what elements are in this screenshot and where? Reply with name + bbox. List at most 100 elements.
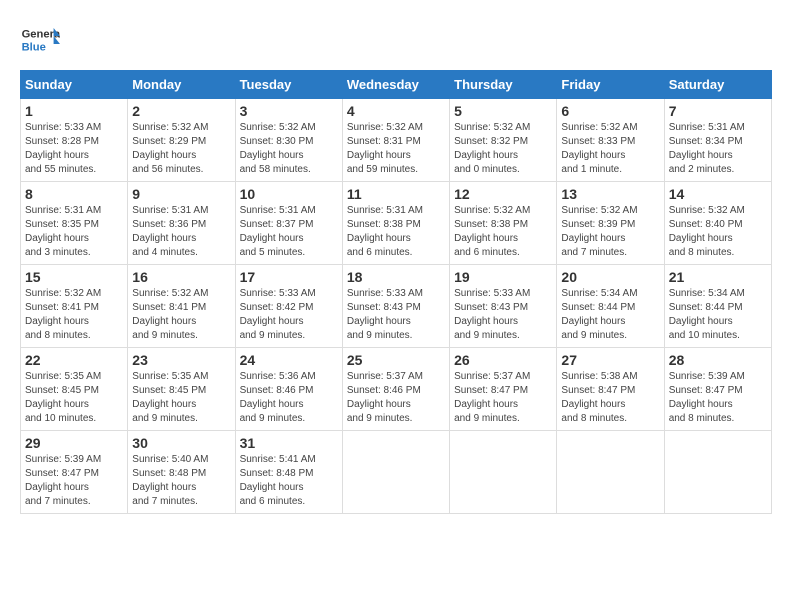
day-number: 19 (454, 269, 552, 285)
day-cell: 16 Sunrise: 5:32 AM Sunset: 8:41 PM Dayl… (128, 265, 235, 348)
day-info: Sunrise: 5:31 AM Sunset: 8:36 PM Dayligh… (132, 204, 230, 260)
day-number: 16 (132, 269, 230, 285)
sunrise-label: Sunrise: 5:31 AM (240, 205, 316, 216)
daylight-minutes: and 9 minutes. (454, 330, 520, 341)
daylight-label: Daylight hours (454, 233, 518, 244)
day-number: 13 (561, 186, 659, 202)
daylight-minutes: and 56 minutes. (132, 164, 203, 175)
day-cell: 23 Sunrise: 5:35 AM Sunset: 8:45 PM Dayl… (128, 348, 235, 431)
daylight-minutes: and 10 minutes. (25, 413, 96, 424)
day-number: 6 (561, 103, 659, 119)
daylight-minutes: and 9 minutes. (240, 330, 306, 341)
col-header-sunday: Sunday (21, 71, 128, 99)
daylight-minutes: and 6 minutes. (347, 247, 413, 258)
sunset-label: Sunset: 8:31 PM (347, 136, 421, 147)
day-cell: 7 Sunrise: 5:31 AM Sunset: 8:34 PM Dayli… (664, 99, 771, 182)
col-header-friday: Friday (557, 71, 664, 99)
daylight-label: Daylight hours (454, 150, 518, 161)
day-cell: 25 Sunrise: 5:37 AM Sunset: 8:46 PM Dayl… (342, 348, 449, 431)
empty-cell (664, 431, 771, 514)
day-cell: 19 Sunrise: 5:33 AM Sunset: 8:43 PM Dayl… (450, 265, 557, 348)
day-number: 29 (25, 435, 123, 451)
week-row: 22 Sunrise: 5:35 AM Sunset: 8:45 PM Dayl… (21, 348, 772, 431)
daylight-minutes: and 7 minutes. (132, 496, 198, 507)
sunset-label: Sunset: 8:39 PM (561, 219, 635, 230)
daylight-label: Daylight hours (561, 316, 625, 327)
sunset-label: Sunset: 8:47 PM (669, 385, 743, 396)
daylight-label: Daylight hours (669, 150, 733, 161)
sunrise-label: Sunrise: 5:32 AM (561, 205, 637, 216)
day-number: 17 (240, 269, 338, 285)
daylight-minutes: and 5 minutes. (240, 247, 306, 258)
day-number: 10 (240, 186, 338, 202)
sunrise-label: Sunrise: 5:32 AM (454, 122, 530, 133)
sunrise-label: Sunrise: 5:32 AM (347, 122, 423, 133)
sunset-label: Sunset: 8:37 PM (240, 219, 314, 230)
sunrise-label: Sunrise: 5:34 AM (669, 288, 745, 299)
day-info: Sunrise: 5:37 AM Sunset: 8:47 PM Dayligh… (454, 370, 552, 426)
sunset-label: Sunset: 8:29 PM (132, 136, 206, 147)
daylight-label: Daylight hours (240, 150, 304, 161)
daylight-minutes: and 55 minutes. (25, 164, 96, 175)
sunrise-label: Sunrise: 5:32 AM (132, 288, 208, 299)
week-row: 15 Sunrise: 5:32 AM Sunset: 8:41 PM Dayl… (21, 265, 772, 348)
daylight-label: Daylight hours (669, 233, 733, 244)
day-cell: 9 Sunrise: 5:31 AM Sunset: 8:36 PM Dayli… (128, 182, 235, 265)
day-number: 5 (454, 103, 552, 119)
day-cell: 1 Sunrise: 5:33 AM Sunset: 8:28 PM Dayli… (21, 99, 128, 182)
sunrise-label: Sunrise: 5:31 AM (347, 205, 423, 216)
sunset-label: Sunset: 8:33 PM (561, 136, 635, 147)
daylight-label: Daylight hours (347, 316, 411, 327)
daylight-label: Daylight hours (25, 316, 89, 327)
sunrise-label: Sunrise: 5:33 AM (454, 288, 530, 299)
day-cell: 3 Sunrise: 5:32 AM Sunset: 8:30 PM Dayli… (235, 99, 342, 182)
day-info: Sunrise: 5:33 AM Sunset: 8:43 PM Dayligh… (454, 287, 552, 343)
sunrise-label: Sunrise: 5:32 AM (454, 205, 530, 216)
day-cell: 8 Sunrise: 5:31 AM Sunset: 8:35 PM Dayli… (21, 182, 128, 265)
day-info: Sunrise: 5:40 AM Sunset: 8:48 PM Dayligh… (132, 453, 230, 509)
sunrise-label: Sunrise: 5:32 AM (561, 122, 637, 133)
daylight-minutes: and 8 minutes. (25, 330, 91, 341)
day-info: Sunrise: 5:32 AM Sunset: 8:31 PM Dayligh… (347, 121, 445, 177)
day-cell: 15 Sunrise: 5:32 AM Sunset: 8:41 PM Dayl… (21, 265, 128, 348)
day-info: Sunrise: 5:35 AM Sunset: 8:45 PM Dayligh… (25, 370, 123, 426)
sunrise-label: Sunrise: 5:31 AM (132, 205, 208, 216)
sunrise-label: Sunrise: 5:36 AM (240, 371, 316, 382)
sunrise-label: Sunrise: 5:41 AM (240, 454, 316, 465)
sunrise-label: Sunrise: 5:33 AM (25, 122, 101, 133)
sunrise-label: Sunrise: 5:32 AM (240, 122, 316, 133)
day-number: 20 (561, 269, 659, 285)
day-number: 22 (25, 352, 123, 368)
sunrise-label: Sunrise: 5:38 AM (561, 371, 637, 382)
day-number: 8 (25, 186, 123, 202)
day-info: Sunrise: 5:32 AM Sunset: 8:41 PM Dayligh… (132, 287, 230, 343)
day-cell: 27 Sunrise: 5:38 AM Sunset: 8:47 PM Dayl… (557, 348, 664, 431)
sunset-label: Sunset: 8:47 PM (25, 468, 99, 479)
logo-icon: General Blue (20, 20, 60, 60)
day-cell: 4 Sunrise: 5:32 AM Sunset: 8:31 PM Dayli… (342, 99, 449, 182)
daylight-minutes: and 0 minutes. (454, 164, 520, 175)
day-info: Sunrise: 5:32 AM Sunset: 8:32 PM Dayligh… (454, 121, 552, 177)
day-info: Sunrise: 5:32 AM Sunset: 8:39 PM Dayligh… (561, 204, 659, 260)
day-number: 4 (347, 103, 445, 119)
sunset-label: Sunset: 8:28 PM (25, 136, 99, 147)
day-cell: 13 Sunrise: 5:32 AM Sunset: 8:39 PM Dayl… (557, 182, 664, 265)
day-info: Sunrise: 5:33 AM Sunset: 8:43 PM Dayligh… (347, 287, 445, 343)
sunrise-label: Sunrise: 5:34 AM (561, 288, 637, 299)
daylight-label: Daylight hours (132, 482, 196, 493)
day-cell: 2 Sunrise: 5:32 AM Sunset: 8:29 PM Dayli… (128, 99, 235, 182)
daylight-minutes: and 7 minutes. (561, 247, 627, 258)
sunset-label: Sunset: 8:45 PM (25, 385, 99, 396)
daylight-label: Daylight hours (669, 399, 733, 410)
day-cell: 6 Sunrise: 5:32 AM Sunset: 8:33 PM Dayli… (557, 99, 664, 182)
week-row: 29 Sunrise: 5:39 AM Sunset: 8:47 PM Dayl… (21, 431, 772, 514)
sunset-label: Sunset: 8:41 PM (25, 302, 99, 313)
daylight-label: Daylight hours (347, 399, 411, 410)
sunrise-label: Sunrise: 5:39 AM (25, 454, 101, 465)
day-cell: 28 Sunrise: 5:39 AM Sunset: 8:47 PM Dayl… (664, 348, 771, 431)
col-header-wednesday: Wednesday (342, 71, 449, 99)
sunrise-label: Sunrise: 5:31 AM (669, 122, 745, 133)
daylight-label: Daylight hours (561, 399, 625, 410)
daylight-minutes: and 8 minutes. (669, 413, 735, 424)
daylight-minutes: and 9 minutes. (561, 330, 627, 341)
